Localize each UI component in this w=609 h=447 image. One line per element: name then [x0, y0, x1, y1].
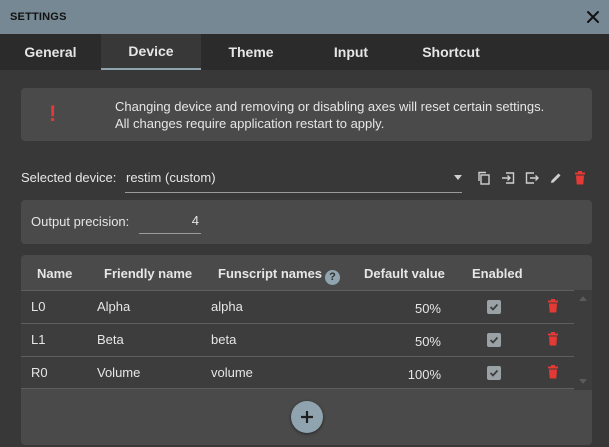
device-select[interactable]: restim (custom) — [125, 163, 462, 193]
cell-friendly-name: Beta — [97, 332, 124, 347]
help-icon[interactable]: ? — [325, 269, 341, 285]
table-scrollbar[interactable] — [574, 290, 592, 390]
table-row[interactable]: R0 Volume volume 100% — [21, 356, 574, 389]
tab-label: Input — [333, 44, 369, 60]
delete-icon — [548, 365, 558, 379]
delete-axis-button[interactable] — [547, 299, 561, 315]
tab-device[interactable]: Device — [101, 34, 201, 70]
cell-friendly-name: Alpha — [97, 299, 131, 314]
warning-line-1: Changing device and removing or disablin… — [115, 99, 545, 114]
table-body: L0 Alpha alpha 50% L1 Beta beta 50% R0 V… — [21, 290, 592, 395]
delete-icon — [548, 299, 558, 313]
edit-device-button[interactable] — [547, 169, 565, 187]
edit-icon — [551, 173, 561, 183]
delete-axis-button[interactable] — [547, 365, 561, 381]
header-funscript-names-label: Funscript names — [218, 266, 323, 281]
import-icon — [502, 172, 515, 184]
delete-axis-button[interactable] — [547, 332, 561, 348]
delete-device-button[interactable] — [571, 169, 589, 187]
copy-device-button[interactable] — [475, 169, 493, 187]
close-button[interactable] — [583, 7, 603, 27]
cell-name: L0 — [31, 299, 46, 314]
cell-default-value: 50% — [414, 334, 441, 349]
delete-icon — [575, 171, 585, 185]
tab-label: Shortcut — [422, 44, 480, 60]
selected-device-label: Selected device: — [21, 170, 117, 185]
tab-theme[interactable]: Theme — [201, 34, 301, 70]
cell-friendly-name: Volume — [97, 365, 141, 380]
cell-default-value: 50% — [414, 301, 441, 316]
chevron-down-icon — [454, 175, 462, 180]
scroll-up-icon[interactable] — [578, 294, 588, 302]
enabled-checkbox[interactable] — [487, 366, 501, 380]
check-icon — [489, 336, 499, 344]
tab-label: General — [24, 44, 77, 60]
cell-funscript-names: beta — [211, 332, 237, 347]
warning-banner: ! Changing device and removing or disabl… — [21, 88, 592, 141]
check-icon — [489, 303, 499, 311]
tab-shortcut[interactable]: Shortcut — [401, 34, 501, 70]
copy-icon — [478, 171, 490, 185]
header-funscript-names: Funscript names? — [218, 266, 341, 285]
warning-message: Changing device and removing or disablin… — [115, 98, 544, 132]
export-icon — [525, 172, 539, 184]
tab-label: Device — [128, 43, 174, 59]
cell-name: R0 — [31, 365, 48, 380]
cell-name: L1 — [31, 332, 46, 347]
table-row[interactable]: L0 Alpha alpha 50% — [21, 290, 574, 323]
check-icon — [489, 369, 499, 377]
export-device-button[interactable] — [523, 169, 541, 187]
device-select-value: restim (custom) — [126, 170, 216, 185]
title-bar: SETTINGS — [0, 0, 609, 34]
table-header: Name Friendly name Funscript names? Defa… — [21, 255, 592, 290]
table-row[interactable]: L1 Beta beta 50% — [21, 323, 574, 356]
delete-icon — [548, 332, 558, 346]
tab-input[interactable]: Input — [301, 34, 401, 70]
warning-line-2: All changes require application restart … — [115, 116, 385, 131]
device-settings-panel: ! Changing device and removing or disabl… — [0, 70, 609, 447]
header-enabled: Enabled — [472, 266, 523, 281]
header-friendly-name: Friendly name — [104, 266, 193, 281]
tab-label: Theme — [228, 44, 274, 60]
cell-funscript-names: volume — [211, 365, 253, 380]
tab-bar: General Device Theme Input Shortcut — [0, 34, 609, 70]
enabled-checkbox[interactable] — [487, 300, 501, 314]
warning-icon: ! — [49, 101, 57, 126]
cell-default-value: 100% — [407, 367, 441, 382]
close-icon — [587, 11, 599, 23]
output-precision-input[interactable] — [139, 208, 201, 234]
add-axis-button[interactable] — [291, 401, 323, 433]
header-default-value: Default value — [364, 266, 445, 281]
import-device-button[interactable] — [499, 169, 517, 187]
enabled-checkbox[interactable] — [487, 333, 501, 347]
cell-funscript-names: alpha — [211, 299, 243, 314]
scroll-down-icon[interactable] — [578, 378, 588, 386]
output-precision-panel: Output precision: — [21, 200, 592, 244]
device-selector-row: Selected device: restim (custom) — [21, 163, 592, 193]
plus-icon — [301, 411, 313, 423]
header-name: Name — [37, 266, 73, 281]
window-title: SETTINGS — [10, 11, 67, 23]
output-precision-label: Output precision: — [31, 214, 130, 229]
tab-general[interactable]: General — [0, 34, 101, 70]
